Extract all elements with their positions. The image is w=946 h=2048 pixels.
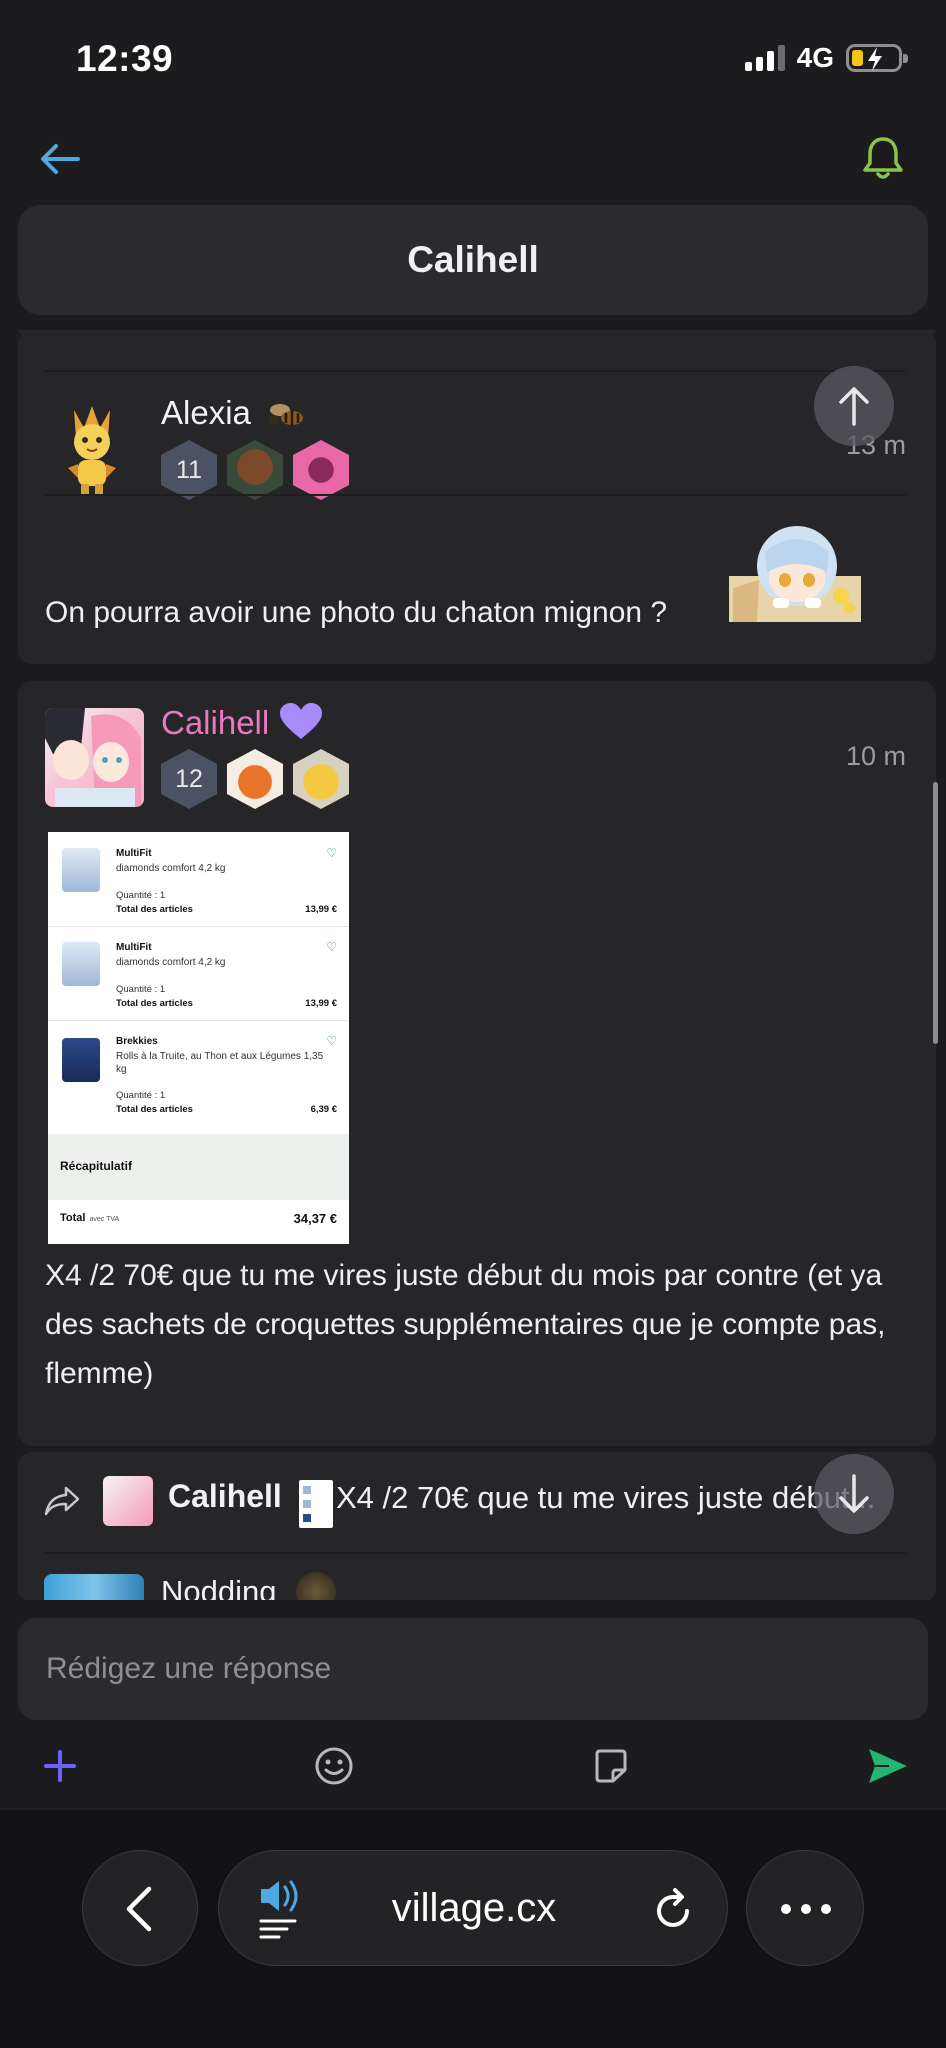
purple-heart-icon [280, 703, 322, 746]
battery-charging-icon [846, 44, 908, 72]
scrollbar[interactable] [933, 782, 938, 1044]
message-text: On pourra avoir une photo du chaton mign… [45, 596, 668, 629]
receipt-total-label: Total avec TVA [60, 1212, 120, 1224]
anime-sticker [729, 522, 861, 622]
receipt-total-value: 34,37 € [293, 1211, 337, 1226]
avatar [103, 1476, 153, 1526]
fox-badge-icon [227, 749, 283, 809]
heart-icon: ♡ [326, 846, 337, 860]
signal-icon [744, 45, 785, 71]
post-alexia: Alexia 11 13 m On pourra avoir une photo… [18, 330, 936, 664]
badge-icon [296, 1572, 336, 1600]
divider [44, 494, 906, 496]
post-author: Nodding [161, 1574, 277, 1600]
level-badge: 12 [161, 749, 217, 809]
post-author[interactable]: Alexia [161, 394, 251, 432]
heart-icon: ♡ [326, 940, 337, 954]
divider [44, 370, 906, 372]
plus-icon[interactable] [36, 1742, 84, 1790]
url-text[interactable]: village.cx [384, 1886, 564, 1931]
quote-author: Calihell [168, 1478, 282, 1514]
beetle-badge-icon [227, 440, 283, 500]
badge-row: 12 [161, 749, 349, 809]
receipt-thumbnail [299, 1480, 333, 1528]
sticker-icon[interactable] [587, 1742, 635, 1790]
more-options-button[interactable] [746, 1850, 864, 1966]
message-text: X4 /2 70€ que tu me vires juste début du… [45, 1259, 886, 1390]
network-type: 4G [796, 42, 834, 73]
back-arrow-icon[interactable] [36, 137, 84, 181]
browser-back-button[interactable] [82, 1850, 198, 1966]
reply-input-box[interactable] [18, 1618, 928, 1720]
status-bar: 12:39 4G [0, 0, 946, 116]
status-icons: 4G [744, 42, 908, 74]
quote-text: X4 /2 70€ que tu me vires juste début... [336, 1480, 876, 1515]
avatar[interactable] [45, 708, 144, 807]
bell-icon[interactable] [860, 133, 906, 183]
level-badge: 11 [161, 440, 217, 500]
scroll-down-button[interactable] [814, 1454, 894, 1534]
bee-badge-icon [262, 396, 308, 439]
badge-row: 11 [161, 440, 349, 500]
post-time: 10 m [845, 741, 906, 771]
pikachu-badge-icon [293, 749, 349, 809]
status-time: 12:39 [76, 38, 174, 79]
divider [44, 1552, 906, 1554]
reply-thread-card[interactable]: Calihell X4 /2 70€ que tu me vires juste… [18, 1452, 936, 1600]
pink-creature-badge-icon [293, 440, 349, 500]
receipt-image[interactable]: MultiFit diamonds comfort 4,2 kg ♡ Quant… [48, 832, 349, 1244]
send-icon[interactable] [864, 1742, 912, 1790]
heart-icon: ♡ [326, 1034, 337, 1048]
post-author[interactable]: Calihell [161, 704, 269, 742]
reply-input[interactable] [46, 1648, 886, 1690]
avatar [44, 1574, 144, 1600]
thread-title: Calihell [407, 239, 539, 280]
emoji-icon[interactable] [310, 1742, 358, 1790]
receipt-summary: Récapitulatif [48, 1134, 349, 1200]
share-forward-icon [44, 1484, 82, 1523]
avatar[interactable] [54, 398, 130, 496]
scroll-up-button[interactable] [814, 366, 894, 446]
thread-title-card: Calihell [18, 205, 928, 315]
message-feed[interactable]: Alexia 11 13 m On pourra avoir une photo… [0, 330, 946, 1600]
reload-icon[interactable] [653, 1887, 695, 1936]
speaker-reader-icon[interactable] [257, 1877, 305, 1946]
